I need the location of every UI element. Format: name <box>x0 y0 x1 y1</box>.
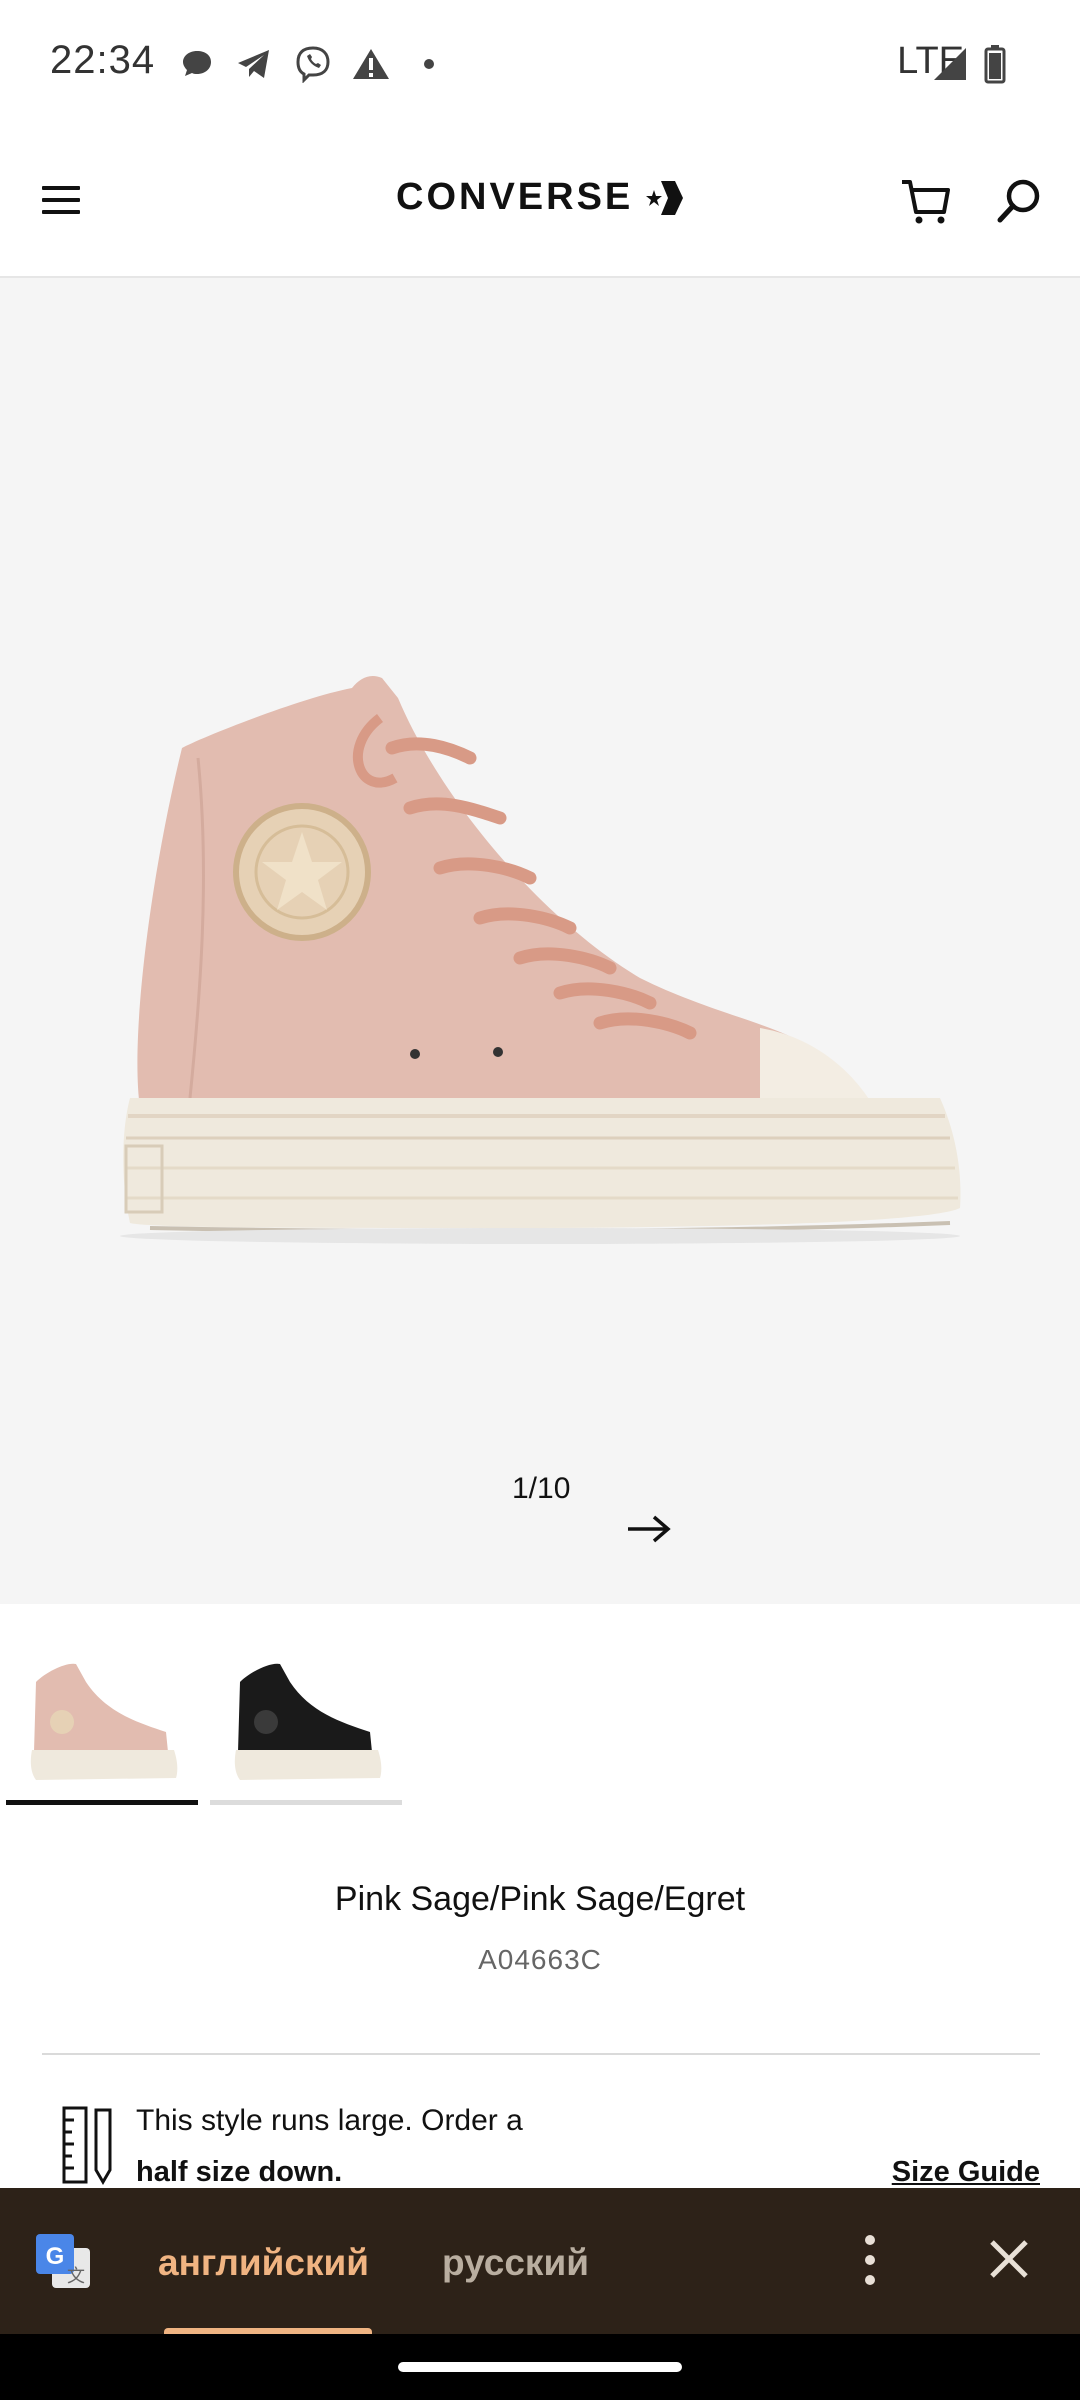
telegram-icon <box>236 44 272 84</box>
viber-icon <box>294 44 332 84</box>
pink-shoe-thumb <box>30 1663 178 1780</box>
thumbnail-indicator-active <box>6 1800 198 1805</box>
chat-icon <box>180 44 214 84</box>
fit-advice-line2: half size down. <box>136 2156 343 2188</box>
close-icon[interactable] <box>982 2232 1036 2286</box>
status-time: 22:34 <box>50 38 156 82</box>
translate-bar: G 文 английский русский <box>0 2188 1080 2336</box>
search-icon[interactable] <box>992 174 1048 230</box>
image-counter: 1/10 <box>512 1472 571 1505</box>
menu-icon[interactable] <box>40 178 84 222</box>
thumbnail-black[interactable] <box>210 1622 400 1792</box>
system-nav-bar <box>0 2334 1080 2400</box>
more-options-icon[interactable] <box>858 2228 882 2292</box>
svg-text:文: 文 <box>67 2266 85 2287</box>
logo-star-arrow-icon <box>646 180 684 215</box>
dot-icon <box>422 44 436 84</box>
variant-name: Pink Sage/Pink Sage/Egret <box>334 1880 746 1918</box>
divider <box>42 2053 1040 2055</box>
shoe-image <box>120 676 961 1244</box>
language-tab-russian[interactable]: русский <box>442 2242 589 2284</box>
site-header: CONVERSE <box>0 130 1080 278</box>
svg-text:G: G <box>46 2243 65 2270</box>
logo-text: CONVERSE <box>396 176 634 218</box>
product-sku: A04663C <box>478 1944 602 1975</box>
product-hero-image[interactable]: 1/10 <box>0 278 1080 1604</box>
warning-icon <box>352 44 390 84</box>
battery-icon <box>984 44 1006 84</box>
black-shoe-thumb <box>234 1663 382 1780</box>
thumbnail-pink[interactable] <box>6 1622 196 1792</box>
fit-advice-line1: This style runs large. Order a <box>136 2104 523 2137</box>
google-translate-icon: G 文 <box>34 2232 92 2290</box>
cart-icon[interactable] <box>898 174 954 230</box>
language-tab-english[interactable]: английский <box>158 2242 369 2284</box>
signal-icon <box>932 44 968 84</box>
ruler-pencil-icon <box>60 2106 118 2186</box>
next-arrow-icon[interactable] <box>624 1512 674 1546</box>
status-bar: 22:34 LTE <box>0 0 1080 130</box>
thumbnail-indicator <box>210 1800 402 1805</box>
converse-logo[interactable]: CONVERSE <box>396 176 684 219</box>
size-guide-link[interactable]: Size Guide <box>892 2156 1040 2189</box>
home-gesture-handle[interactable] <box>398 2362 682 2372</box>
